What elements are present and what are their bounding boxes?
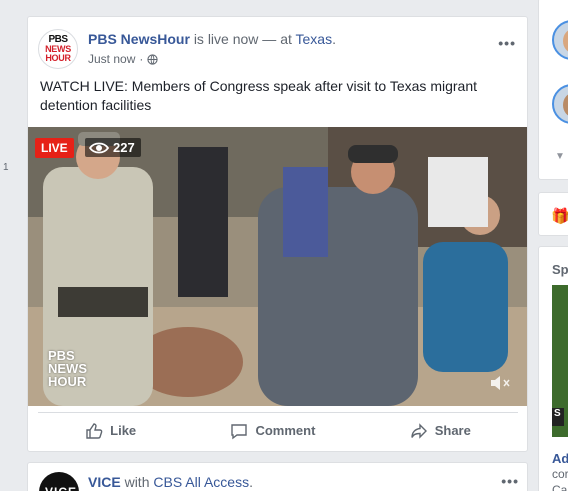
post-text: WATCH LIVE: Members of Congress speak af…	[40, 78, 478, 113]
sponsored-heading: Sp	[552, 262, 568, 277]
sponsored-card: Sp S Ad cor Ca	[538, 246, 568, 491]
place-link[interactable]: Texas	[296, 31, 333, 47]
vice-avatar[interactable]: VICE	[39, 472, 79, 491]
post-header-line: PBS NewsHour is live now — at Texas.	[88, 31, 336, 47]
vice-header-line: VICE with CBS All Access.	[88, 474, 253, 490]
post-card-vice: VICE VICE with CBS All Access. •••	[27, 462, 528, 491]
ad-image[interactable]: S	[552, 285, 568, 437]
comment-label: Comment	[255, 423, 316, 438]
live-badge: LIVE	[35, 138, 74, 158]
comment-button[interactable]: Comment	[230, 422, 315, 440]
ad-description: Ca	[552, 483, 568, 491]
post-meta: Just now ·	[88, 52, 158, 66]
video-frame-image	[28, 127, 527, 406]
thumbs-up-icon	[86, 422, 103, 439]
like-label: Like	[110, 423, 137, 438]
vice-period: .	[249, 474, 253, 490]
mute-icon[interactable]	[489, 374, 511, 392]
post-card: PBS NEWS HOUR PBS NewsHour is live now —…	[27, 16, 528, 452]
avatar-face	[563, 93, 568, 117]
birthday-card[interactable]: 🎁	[538, 192, 568, 236]
live-video[interactable]: LIVE 227 PBS NEWS HOUR	[28, 127, 527, 406]
logo-text-bot: HOUR	[45, 53, 71, 63]
dash: —	[262, 31, 277, 47]
post-action-bar: Like Comment Share	[38, 412, 518, 444]
pbs-watermark: PBS NEWS HOUR	[48, 349, 87, 388]
contact-avatar[interactable]	[552, 20, 568, 60]
contacts-card: ▼	[538, 0, 568, 180]
meta-separator: ·	[139, 52, 144, 66]
share-icon	[411, 422, 427, 439]
watermark-line-3: HOUR	[48, 374, 87, 389]
partner-link[interactable]: CBS All Access	[153, 474, 249, 490]
page-name-link[interactable]: PBS NewsHour	[88, 31, 190, 47]
more-options-button-2[interactable]: •••	[501, 473, 519, 489]
avatar-face	[563, 29, 568, 53]
gift-icon: 🎁	[551, 208, 568, 225]
live-status: is live now	[193, 31, 259, 47]
eye-icon	[89, 142, 109, 153]
at-word: at	[280, 31, 292, 47]
vice-page-link[interactable]: VICE	[88, 474, 121, 490]
ad-badge: S	[552, 408, 564, 426]
more-options-button[interactable]: •••	[498, 35, 516, 51]
chevron-down-icon[interactable]: ▼	[555, 151, 565, 162]
left-counter: 1	[3, 162, 9, 173]
share-label: Share	[434, 423, 471, 438]
comment-icon	[231, 423, 248, 439]
ad-title[interactable]: Ad	[552, 451, 568, 466]
with-word: with	[124, 474, 150, 490]
timestamp-link[interactable]: Just now	[88, 52, 135, 66]
share-button[interactable]: Share	[410, 422, 471, 440]
globe-icon	[147, 53, 158, 65]
post-header: PBS NEWS HOUR PBS NewsHour is live now —…	[38, 29, 518, 69]
ad-domain: cor	[552, 467, 568, 481]
viewer-count: 227	[113, 140, 135, 155]
vice-logo: VICE	[45, 485, 77, 491]
contact-avatar[interactable]	[552, 84, 568, 124]
viewer-count-badge: 227	[85, 138, 141, 157]
page-avatar[interactable]: PBS NEWS HOUR	[38, 29, 78, 69]
period: .	[332, 31, 336, 47]
like-button[interactable]: Like	[85, 422, 136, 440]
